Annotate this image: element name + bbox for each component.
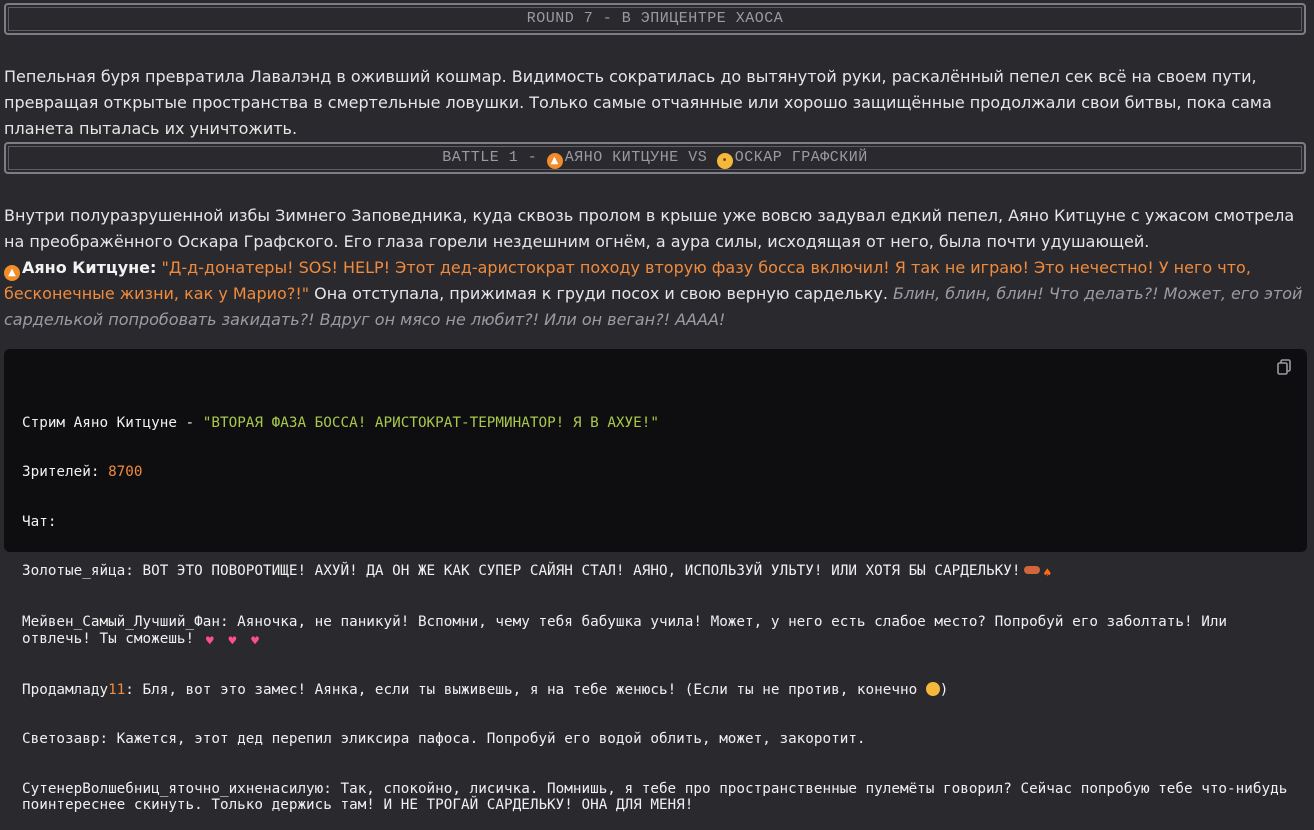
heart-emoji-icon: ♥ [228, 633, 237, 649]
copy-icon[interactable] [1277, 359, 1291, 375]
round-banner: ROUND 7 - В ЭПИЦЕНТРЕ ХАОСА [4, 3, 1306, 35]
viewers-line: Зрителей: 8700 [22, 464, 1289, 481]
chat-author-number: 11 [108, 681, 126, 698]
chat-message: СутенерВолшебниц_яточно_ихненасилую: Так… [22, 780, 1296, 814]
dialogue-paragraph: ▲ Аяно Китцуне: "Д-д-донатеры! SOS! HELP!… [4, 255, 1304, 333]
speaker-name: Аяно Китцуне: [22, 258, 157, 277]
chat-label: Чат: [22, 513, 57, 530]
narration-paragraph: Внутри полуразрушенной избы Зимнего Запо… [4, 206, 1295, 251]
fox-emoji-icon: ▲ [4, 265, 20, 281]
viewers-count: 8700 [108, 464, 143, 480]
dialogue-action: Она отступала, прижимая к груди посох и … [309, 284, 894, 303]
pleading-face-emoji-icon: • [716, 153, 733, 169]
fighter-b-name: ОСКАР ГРАФСКИЙ [734, 149, 868, 166]
chat-message-text: : Бля, вот это замес! Аянка, если ты выж… [125, 681, 926, 698]
chat-message: Светозавр: Кажется, этот дед перепил эли… [22, 731, 866, 747]
heart-emoji-icon: ♥ [251, 633, 259, 649]
chat-author: Продамладу [22, 681, 109, 698]
pleading-face-emoji-icon [925, 681, 940, 696]
chat-message-text: Золотые_яйца: ВОТ ЭТО ПОВОРОТИЩЕ! АХУЙ! … [22, 563, 1021, 579]
hotdog-emoji-icon [1024, 566, 1041, 574]
vs-label: VS [678, 149, 717, 166]
stream-title-prefix: Стрим Аяно Китцуне - [22, 414, 203, 431]
round-banner-text: ROUND 7 - В ЭПИЦЕНТРЕ ХАОСА [526, 10, 784, 27]
battle-banner: BATTLE 1 - ▲ АЯНО КИТЦУНЕ VS • ОСКАР ГРАФС… [4, 142, 1306, 174]
stream-chat-block: Стрим Аяно Китцуне - "ВТОРАЯ ФАЗА БОССА!… [4, 349, 1307, 813]
stream-title-line: Стрим Аяно Китцуне - "ВТОРАЯ ФАЗА БОССА!… [22, 415, 1289, 432]
viewers-label: Зрителей: [22, 464, 109, 480]
stream-title: "ВТОРАЯ ФАЗА БОССА! АРИСТОКРАТ-ТЕРМИНАТО… [202, 414, 659, 431]
fox-emoji-icon: ▲ [546, 153, 563, 169]
heart-emoji-icon: ♥ [205, 633, 214, 649]
chat-message: Мейвен_Самый_Лучший_Фан: Аяночка, не пан… [22, 614, 1289, 649]
chat-message: Продамладу11: Бля, вот это замес! Аянка,… [22, 681, 1289, 699]
battle-prefix: BATTLE 1 - [442, 149, 547, 166]
fighter-a-name: АЯНО КИТЦУНЕ [564, 149, 679, 166]
intro-paragraph: Пепельная буря превратила Лавалэнд в ожи… [4, 67, 1272, 138]
chat-message: Золотые_яйца: ВОТ ЭТО ПОВОРОТИЩЕ! АХУЙ! … [22, 563, 1289, 581]
fire-emoji-icon: ♠ [1043, 566, 1052, 581]
chat-message-text-end: ) [939, 681, 949, 698]
